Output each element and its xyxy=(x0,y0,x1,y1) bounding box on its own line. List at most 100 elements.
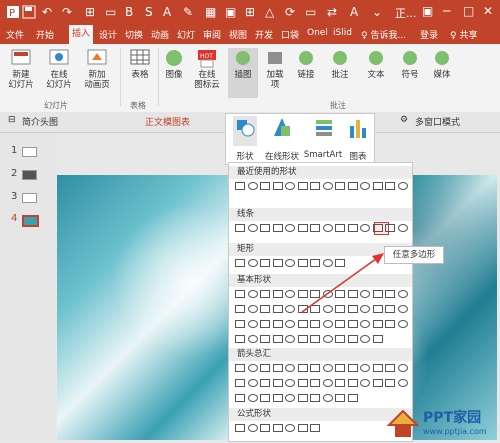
tab-home[interactable]: 开始 xyxy=(36,28,54,41)
comment-button[interactable]: 批注 xyxy=(326,48,354,80)
shape-thumbnail[interactable] xyxy=(397,305,408,313)
shape-thumbnail[interactable] xyxy=(372,379,383,387)
shape-thumbnail[interactable] xyxy=(397,224,408,232)
shape-thumbnail[interactable] xyxy=(310,394,320,402)
maximize-icon[interactable]: □ xyxy=(463,4,474,18)
start-slideshow-icon[interactable]: ⊞ xyxy=(85,5,95,19)
more-icon[interactable]: ⌄ xyxy=(372,5,382,19)
shape-thumbnail[interactable] xyxy=(247,290,258,298)
shape-thumbnail[interactable] xyxy=(247,182,258,190)
shape-thumbnail[interactable] xyxy=(297,364,308,372)
shape-thumbnail[interactable] xyxy=(297,182,308,190)
shape-thumbnail[interactable] xyxy=(260,394,270,402)
shape-thumbnail[interactable] xyxy=(285,335,295,343)
settings-icon[interactable]: ⚙ xyxy=(400,115,408,125)
multi-window-mode-button[interactable]: 多窗口模式 xyxy=(415,115,460,128)
shape-thumbnail[interactable] xyxy=(347,305,358,313)
shape-thumbnail[interactable] xyxy=(235,394,245,402)
shape-thumbnail[interactable] xyxy=(360,364,370,372)
sync-icon[interactable]: ⇄ xyxy=(327,5,337,19)
table-icon[interactable]: ▦ xyxy=(205,5,216,19)
highlight-icon[interactable]: A xyxy=(163,5,171,19)
shape-thumbnail[interactable] xyxy=(385,305,395,313)
tab-islide[interactable]: iSlid xyxy=(333,28,352,38)
undo-icon[interactable]: ↶ xyxy=(42,5,52,19)
shape-thumbnail[interactable] xyxy=(272,305,283,313)
shape-thumbnail[interactable] xyxy=(322,182,333,190)
shape-thumbnail[interactable] xyxy=(335,259,345,267)
shape-thumbnail[interactable] xyxy=(335,320,345,328)
shape-thumbnail[interactable] xyxy=(397,182,408,190)
shape-thumbnail[interactable] xyxy=(247,259,258,267)
shape-thumbnail[interactable] xyxy=(247,424,258,432)
shape-thumbnail[interactable] xyxy=(235,259,245,267)
online-shapes-menu-item[interactable]: 在线形状 xyxy=(262,118,302,162)
shape-thumbnail[interactable] xyxy=(322,320,333,328)
online-icon-cloud-button[interactable]: HOT 在线 图标云 xyxy=(190,48,224,90)
shape-thumbnail[interactable] xyxy=(285,305,295,313)
shape-thumbnail[interactable] xyxy=(272,320,283,328)
shape-thumbnail[interactable] xyxy=(285,182,295,190)
shapes-icon[interactable]: △ xyxy=(265,5,274,19)
smartart-menu-item[interactable]: SmartArt xyxy=(302,120,344,160)
shape-thumbnail[interactable] xyxy=(272,290,283,298)
shape-thumbnail[interactable] xyxy=(360,379,370,387)
chart-menu-item[interactable]: 图表 xyxy=(344,120,372,162)
shape-thumbnail[interactable] xyxy=(272,364,283,372)
shape-thumbnail[interactable] xyxy=(335,182,345,190)
tab-insert[interactable]: 插入 xyxy=(69,25,94,44)
link-button[interactable]: 链接 xyxy=(292,48,320,80)
slide-thumbnail[interactable] xyxy=(22,193,37,203)
tab-file[interactable]: 文件 xyxy=(6,28,24,41)
tab-pocket[interactable]: 口袋 xyxy=(281,28,299,41)
shape-thumbnail[interactable] xyxy=(260,224,270,232)
shape-thumbnail[interactable] xyxy=(322,305,333,313)
shape-thumbnail[interactable] xyxy=(385,364,395,372)
shape-thumbnail[interactable] xyxy=(260,305,270,313)
tab-developer[interactable]: 开发 xyxy=(255,28,273,41)
shape-thumbnail[interactable] xyxy=(247,335,258,343)
shape-thumbnail[interactable] xyxy=(372,182,383,190)
shapes-menu-item[interactable]: 形状 xyxy=(230,116,260,162)
shape-thumbnail[interactable] xyxy=(335,290,345,298)
shape-thumbnail[interactable] xyxy=(310,364,320,372)
grid-icon[interactable]: ⊞ xyxy=(245,5,255,19)
shape-thumbnail[interactable] xyxy=(297,259,308,267)
shape-thumbnail[interactable] xyxy=(297,320,308,328)
shape-thumbnail[interactable] xyxy=(335,394,345,402)
shape-thumbnail[interactable] xyxy=(322,379,333,387)
shape-thumbnail[interactable] xyxy=(272,379,283,387)
shape-thumbnail[interactable] xyxy=(285,394,295,402)
shape-thumbnail[interactable] xyxy=(322,364,333,372)
shape-thumbnail[interactable] xyxy=(347,290,358,298)
doc-tab-intro-header[interactable]: 简介头图 xyxy=(22,115,58,128)
shape-thumbnail[interactable] xyxy=(372,335,383,343)
tab-transitions[interactable]: 切换 xyxy=(125,28,143,41)
slide-thumbnail[interactable] xyxy=(22,170,37,180)
shape-thumbnail[interactable] xyxy=(385,290,395,298)
shape-thumbnail[interactable] xyxy=(347,394,358,402)
shape-thumbnail[interactable] xyxy=(260,259,270,267)
shape-thumbnail[interactable] xyxy=(247,320,258,328)
redo-icon[interactable]: ↷ xyxy=(62,5,72,19)
share-button[interactable]: ♀ 共享 xyxy=(450,28,477,41)
shape-thumbnail[interactable] xyxy=(235,424,245,432)
refresh-icon[interactable]: ⟳ xyxy=(285,5,295,19)
shape-thumbnail[interactable] xyxy=(297,224,308,232)
online-slide-button[interactable]: 在线 幻灯片 xyxy=(44,48,74,90)
shape-thumbnail[interactable] xyxy=(297,394,308,402)
shape-thumbnail[interactable] xyxy=(260,320,270,328)
shape-thumbnail[interactable] xyxy=(247,224,258,232)
symbol-button[interactable]: 符号 xyxy=(396,48,424,80)
ribbon-options-icon[interactable]: ▣ xyxy=(422,4,433,18)
shape-thumbnail[interactable] xyxy=(260,424,270,432)
close-icon[interactable]: ✕ xyxy=(483,4,493,18)
shape-thumbnail[interactable] xyxy=(285,379,295,387)
shape-thumbnail[interactable] xyxy=(360,224,370,232)
shape-thumbnail[interactable] xyxy=(235,224,245,232)
slides-icon[interactable]: ▭ xyxy=(105,5,116,19)
shape-thumbnail[interactable] xyxy=(310,259,320,267)
shape-thumbnail[interactable] xyxy=(335,364,345,372)
shape-thumbnail[interactable] xyxy=(260,335,270,343)
shape-thumbnail[interactable] xyxy=(360,290,370,298)
